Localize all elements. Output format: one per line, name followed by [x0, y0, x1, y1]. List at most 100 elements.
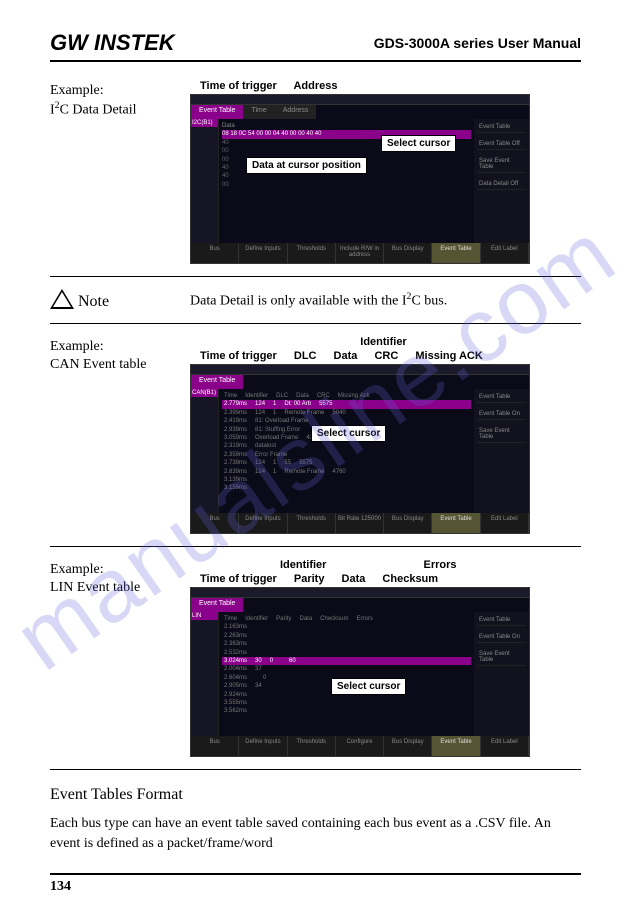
example-word: Example: [50, 82, 190, 100]
annotation-row: Time of trigger Parity Data Checksum [190, 573, 581, 585]
tab-address[interactable]: Address [275, 105, 317, 119]
tab-time[interactable]: Time [243, 105, 274, 119]
body-paragraph: Each bus type can have an event table sa… [50, 814, 581, 853]
note-row: Note Data Detail is only available with … [50, 289, 581, 311]
bottom-btn[interactable]: Bus Display [384, 736, 432, 756]
table-row[interactable]: 2.263ms [222, 632, 471, 640]
tab-event-table[interactable]: Event Table [191, 105, 243, 119]
bottom-btn[interactable]: Configure [336, 736, 384, 756]
side-menu-item[interactable]: Save Event Table [477, 649, 526, 666]
annot-crc: CRC [374, 350, 398, 362]
bus-tag: LIN [191, 612, 218, 620]
data-heading: Data [222, 122, 471, 130]
bottom-btn[interactable]: Define Inputs [239, 513, 287, 533]
side-menu-item[interactable]: Event Table Off [477, 139, 526, 150]
example-name: CAN Event table [50, 356, 190, 374]
table-row[interactable]: 3.139ms [222, 476, 471, 484]
annotation-row: Time of trigger Address [190, 80, 581, 92]
side-menu-item[interactable]: Event Table [477, 392, 526, 403]
bus-tag: CAN(B1) [191, 389, 218, 397]
annot-data: Data [334, 350, 358, 362]
annotation-row: Identifier Errors [190, 559, 581, 571]
table-header: TimeIdentifierParityDataChecksumErrors [222, 615, 471, 623]
example-content: Identifier Errors Time of trigger Parity… [190, 559, 581, 757]
scr-left-panel: LIN [191, 612, 219, 736]
callout-select-cursor: Select cursor [381, 135, 456, 152]
example-name: I2C Data Detail [50, 100, 190, 120]
tab-event-table[interactable]: Event Table [191, 598, 243, 612]
bottom-btn[interactable]: Bus Display [384, 243, 432, 263]
table-row[interactable]: 3.562ms [222, 707, 471, 715]
bottom-btn[interactable]: Include R/W in address [336, 243, 384, 263]
annot-data: Data [342, 573, 366, 585]
annot-parity: Parity [294, 573, 325, 585]
table-row[interactable]: 2.319msdatalost [222, 442, 471, 450]
bottom-btn[interactable]: Define Inputs [239, 736, 287, 756]
hex-row: 00 [222, 181, 471, 189]
bottom-btn[interactable]: Bus [191, 243, 239, 263]
annot-identifier: Identifier [280, 559, 326, 571]
table-row[interactable]: 2.363ms [222, 640, 471, 648]
table-row[interactable]: 2.004ms37 [222, 665, 471, 673]
note-text: Data Detail is only available with the I… [190, 291, 581, 310]
bottom-btn[interactable]: Thresholds [288, 736, 336, 756]
annot-dlc: DLC [294, 350, 317, 362]
bottom-btn[interactable]: Bus [191, 513, 239, 533]
bottom-btn[interactable]: Bus Display [384, 513, 432, 533]
table-row[interactable]: 2.532ms [222, 649, 471, 657]
side-menu-item[interactable]: Save Event Table [477, 426, 526, 443]
example-i2c-section: Example: I2C Data Detail Time of trigger… [50, 80, 581, 264]
side-menu-item[interactable]: Event Table On [477, 409, 526, 420]
table-row[interactable]: 2.739ms1241555575 [222, 459, 471, 467]
page-header: GW INSTEK GDS-3000A series User Manual [50, 30, 581, 62]
annotation-row: Time of trigger DLC Data CRC Missing ACK [190, 350, 581, 362]
table-row[interactable]: 3.159ms [222, 484, 471, 492]
table-row[interactable]: 2.399ms1241Remote Frame5040 [222, 409, 471, 417]
side-menu-item[interactable]: Save Event Table [477, 156, 526, 173]
side-menu-item[interactable]: Event Table [477, 615, 526, 626]
divider [50, 323, 581, 324]
note-icon-area: Note [50, 289, 190, 311]
table-row[interactable]: 3.555ms [222, 699, 471, 707]
scr-bottom-bar: Bus Define Inputs Thresholds Configure B… [191, 736, 529, 756]
scr-right-panel: Event Table Event Table Off Save Event T… [474, 119, 529, 243]
oscilloscope-screenshot: Event Table LIN TimeIdentifierParityData… [190, 587, 530, 757]
bottom-btn[interactable]: Edit Label [481, 736, 529, 756]
table-row[interactable]: 2.839ms1241Remote Frame4760 [222, 468, 471, 476]
example-name: LIN Event table [50, 579, 190, 597]
bottom-btn[interactable]: Define Inputs [239, 243, 287, 263]
brand-logo: GW INSTEK [50, 30, 175, 56]
scr-main-panel: TimeIdentifierParityDataChecksumErrors 2… [219, 612, 474, 736]
example-lin-section: Example: LIN Event table Identifier Erro… [50, 559, 581, 757]
scr-right-panel: Event Table Event Table On Save Event Ta… [474, 612, 529, 736]
side-menu-item[interactable]: Event Table On [477, 632, 526, 643]
bottom-btn[interactable]: Event Table [432, 736, 480, 756]
scr-bottom-bar: Bus Define Inputs Thresholds Include R/W… [191, 243, 529, 263]
table-row[interactable]: 3.024ms30060 [222, 657, 471, 665]
page-number: 134 [50, 873, 581, 895]
example-content: Time of trigger Address Event Table Time… [190, 80, 581, 264]
bottom-btn[interactable]: Event Table [432, 513, 480, 533]
bottom-btn[interactable]: Edit Label [481, 513, 529, 533]
table-row[interactable]: 2.163ms [222, 623, 471, 631]
note-label: Note [78, 293, 109, 311]
oscilloscope-screenshot: Event Table CAN(B1) TimeIdentifierDLCDat… [190, 364, 530, 534]
bottom-btn[interactable]: Thresholds [288, 513, 336, 533]
scr-right-panel: Event Table Event Table On Save Event Ta… [474, 389, 529, 513]
table-row[interactable]: 2.779ms1241Dt: 00 Arb5575 [222, 400, 471, 408]
table-row[interactable]: 2.359msError Frame [222, 451, 471, 459]
example-label: Example: I2C Data Detail [50, 80, 190, 264]
bottom-btn[interactable]: Event Table [432, 243, 480, 263]
bottom-btn[interactable]: Bus [191, 736, 239, 756]
table-header: TimeIdentifierDLCDataCRCMissing Ack [222, 392, 471, 400]
bottom-btn[interactable]: Edit Label [481, 243, 529, 263]
bottom-btn[interactable]: Bit Rate 125000 [336, 513, 384, 533]
bus-tag: I2C(B1) [191, 119, 218, 127]
warning-icon [50, 289, 74, 309]
bottom-btn[interactable]: Thresholds [288, 243, 336, 263]
side-menu-item[interactable]: Event Table [477, 122, 526, 133]
scr-left-panel: CAN(B1) [191, 389, 219, 513]
side-menu-item[interactable]: Data Detail Off [477, 179, 526, 190]
tab-event-table[interactable]: Event Table [191, 375, 243, 389]
divider [50, 769, 581, 770]
